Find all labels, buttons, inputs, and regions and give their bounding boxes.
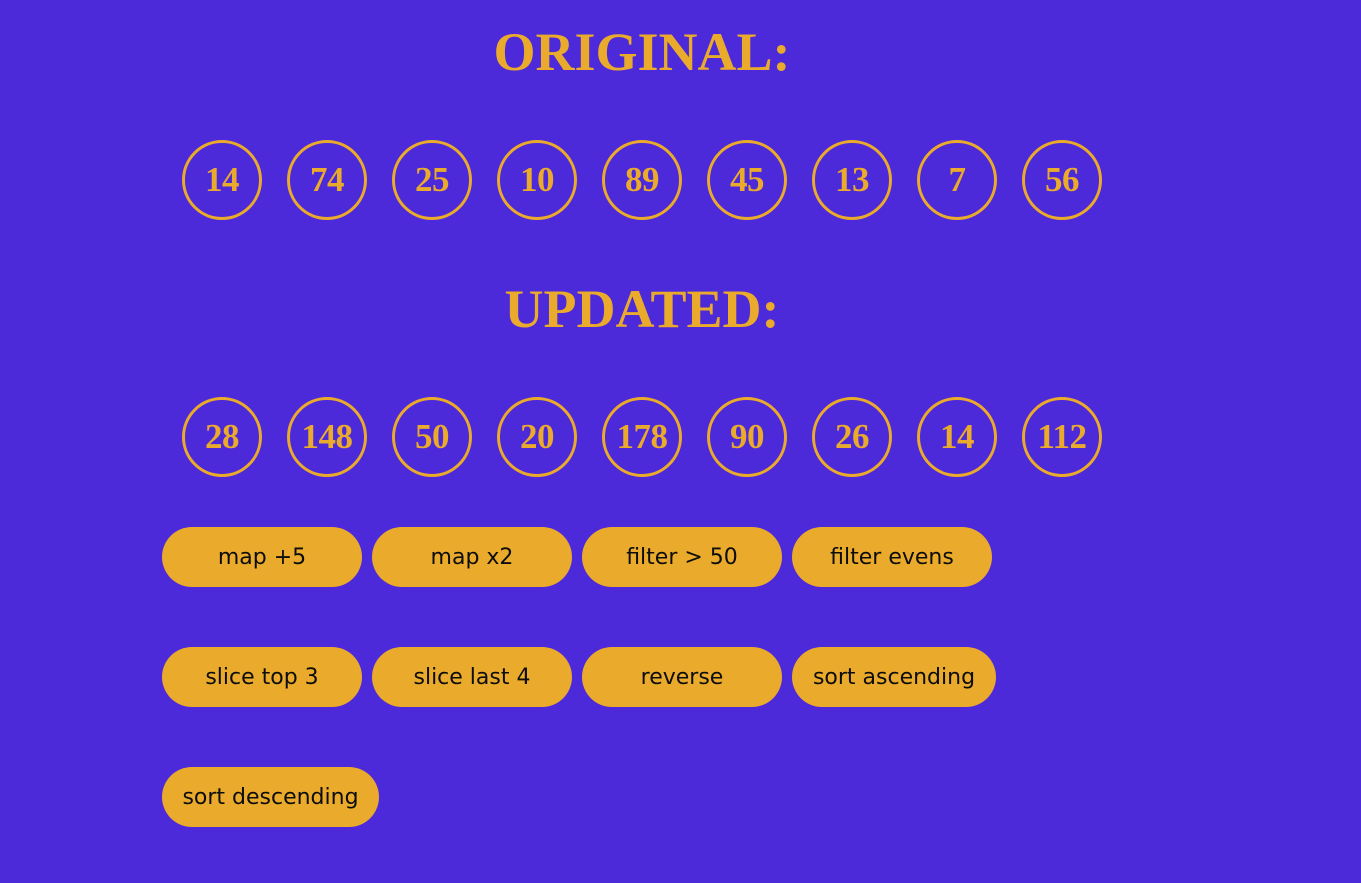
app-page: ORIGINAL: 14 74 25 10 89 45 13 7 56 UPDA… — [0, 0, 1361, 883]
updated-number: 50 — [392, 397, 472, 477]
slice-last-4-button[interactable]: slice last 4 — [372, 647, 572, 707]
map-times-2-button[interactable]: map x2 — [372, 527, 572, 587]
updated-number: 178 — [602, 397, 682, 477]
updated-number: 148 — [287, 397, 367, 477]
updated-number: 26 — [812, 397, 892, 477]
filter-greater-50-button[interactable]: filter > 50 — [582, 527, 782, 587]
original-number: 10 — [497, 140, 577, 220]
original-number: 7 — [917, 140, 997, 220]
updated-number: 28 — [182, 397, 262, 477]
original-heading: ORIGINAL: — [493, 22, 791, 82]
reverse-button[interactable]: reverse — [582, 647, 782, 707]
original-number: 89 — [602, 140, 682, 220]
updated-heading: UPDATED: — [504, 279, 780, 339]
original-number: 45 — [707, 140, 787, 220]
updated-number: 112 — [1022, 397, 1102, 477]
original-number: 74 — [287, 140, 367, 220]
filter-evens-button[interactable]: filter evens — [792, 527, 992, 587]
updated-number: 90 — [707, 397, 787, 477]
original-number: 25 — [392, 140, 472, 220]
original-number: 13 — [812, 140, 892, 220]
updated-number: 20 — [497, 397, 577, 477]
original-number: 56 — [1022, 140, 1102, 220]
sort-descending-button[interactable]: sort descending — [162, 767, 379, 827]
original-number: 14 — [182, 140, 262, 220]
sort-ascending-button[interactable]: sort ascending — [792, 647, 996, 707]
updated-number: 14 — [917, 397, 997, 477]
map-plus-5-button[interactable]: map +5 — [162, 527, 362, 587]
slice-top-3-button[interactable]: slice top 3 — [162, 647, 362, 707]
